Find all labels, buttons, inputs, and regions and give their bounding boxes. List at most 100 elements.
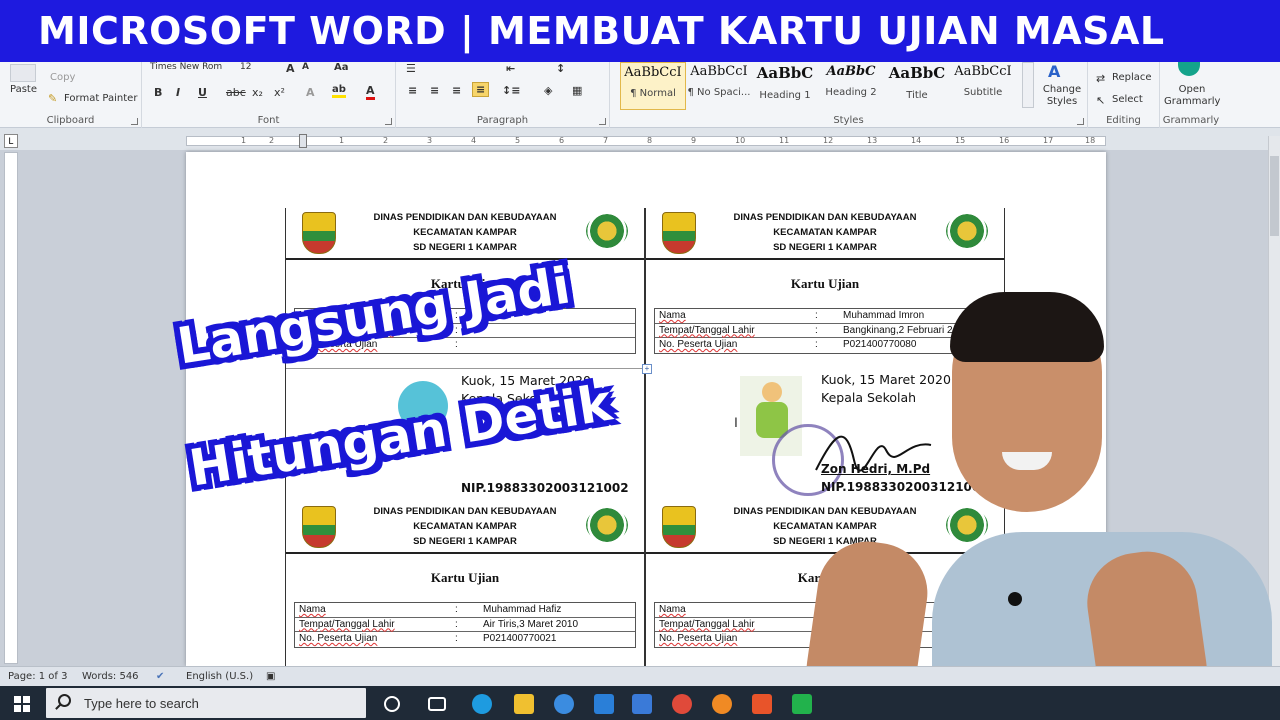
card-table: Nama: Muhammad Hafiz Tempat/Tanggal Lahir… [294, 602, 636, 648]
ruler-number: 2 [269, 136, 275, 145]
row-label: Nama [659, 310, 686, 321]
subscript-button[interactable]: x₂ [252, 86, 263, 99]
taskbar-search[interactable]: Type here to search [46, 688, 366, 718]
paste-icon[interactable] [10, 64, 36, 82]
word-count[interactable]: Words: 546 [82, 671, 139, 682]
style-heading-2[interactable]: AaBbC Heading 2 [818, 62, 884, 110]
cortana-icon[interactable] [384, 696, 400, 712]
chrome-icon[interactable] [672, 694, 692, 714]
style-name: ¶ No Spaci... [687, 87, 751, 98]
camtasia-icon[interactable] [792, 694, 812, 714]
row-label: No. Peserta Ujian [659, 633, 738, 644]
video-title: MICROSOFT WORD | MEMBUAT KARTU UJIAN MAS… [38, 9, 1165, 53]
row-label: Tempat/Tanggal Lahir [659, 324, 755, 336]
superscript-button[interactable]: x² [274, 86, 285, 99]
firefox-icon[interactable] [712, 694, 732, 714]
style-name: Heading 2 [825, 87, 877, 98]
clipboard-launcher-icon[interactable] [131, 118, 138, 125]
status-bar: Page: 1 of 3 Words: 546 ✔ English (U.S.)… [0, 666, 1280, 686]
clipboard-label: Clipboard [46, 115, 95, 126]
edge-icon[interactable] [472, 694, 492, 714]
style-subtitle[interactable]: AaBbCcI Subtitle [950, 62, 1016, 110]
bold-button[interactable]: B [154, 86, 162, 99]
styles-launcher-icon[interactable] [1077, 118, 1084, 125]
style-heading-1[interactable]: AaBbC Heading 1 [752, 62, 818, 110]
replace-button[interactable]: Replace [1112, 72, 1152, 83]
change-case-icon[interactable]: Aa [334, 62, 349, 73]
style-title[interactable]: AaBbC Title [884, 62, 950, 110]
task-view-icon[interactable] [428, 697, 446, 711]
horizontal-ruler[interactable]: 1 2 1 2 3 4 5 6 7 8 9 10 11 12 13 14 15 … [186, 134, 1106, 148]
table-row: Tempat/Tanggal Lahir: Air Tiris,3 Maret 2… [295, 618, 635, 632]
font-size-select[interactable]: 12 [240, 62, 251, 72]
tab-selector[interactable]: L [4, 134, 18, 148]
mail-icon[interactable] [632, 694, 652, 714]
ruler-number: 2 [383, 136, 389, 145]
windows-start-icon[interactable] [14, 696, 30, 712]
align-left-icon[interactable]: ≡ [408, 84, 417, 97]
table-row: Nama: Muhammad Hafiz [295, 603, 635, 618]
style-no-spacing[interactable]: AaBbCcI ¶ No Spaci... [686, 62, 752, 110]
shrink-font-icon[interactable]: A [302, 62, 309, 72]
styles-scroll-icon[interactable] [1022, 62, 1034, 108]
align-center-icon[interactable]: ≡ [430, 84, 439, 97]
app-icon[interactable] [554, 694, 574, 714]
recorder-icon[interactable] [752, 694, 772, 714]
text-effects-icon[interactable]: A [306, 86, 315, 99]
font-color-icon[interactable]: A [366, 84, 375, 100]
row-value: Muhammad Hafiz [483, 604, 562, 615]
align-right-icon[interactable]: ≡ [452, 84, 461, 97]
vertical-ruler[interactable] [4, 152, 18, 664]
ruler-number: 17 [1043, 136, 1054, 145]
font-group: Times New Rom 12 A A Aa B I U abc x₂ x² … [142, 62, 396, 128]
select-button[interactable]: Select [1112, 94, 1143, 105]
scrollbar-thumb[interactable] [1270, 156, 1279, 236]
screen: MICROSOFT WORD | MEMBUAT KARTU UJIAN MAS… [0, 0, 1280, 720]
italic-button[interactable]: I [176, 86, 180, 99]
row-colon: : [455, 339, 458, 350]
table-move-handle-icon[interactable]: + [642, 364, 652, 374]
ruler-number: 7 [603, 136, 609, 145]
page-count[interactable]: Page: 1 of 3 [8, 671, 67, 682]
paste-button[interactable]: Paste [10, 84, 37, 95]
borders-icon[interactable]: ▦ [572, 84, 582, 97]
editing-label: Editing [1106, 115, 1141, 126]
highlight-icon[interactable]: ab [332, 84, 346, 98]
line-spacing-icon[interactable]: ↕≡ [502, 84, 520, 97]
sort-icon[interactable]: ↕ [556, 62, 565, 75]
row-colon: : [455, 633, 458, 644]
header-line: SD NEGERI 1 KAMPAR [773, 242, 877, 253]
proofing-icon[interactable]: ✔ [156, 671, 164, 682]
indent-marker[interactable] [299, 134, 307, 148]
macro-icon[interactable]: ▣ [266, 671, 275, 682]
underline-button[interactable]: U [198, 86, 207, 99]
ruler-number: 13 [867, 136, 878, 145]
exam-card: DINAS PENDIDIKAN DAN KEBUDAYAAN KECAMATA… [285, 502, 645, 666]
style-name: Subtitle [963, 87, 1003, 98]
grammarly-group: Open Grammarly Grammarly [1160, 62, 1222, 128]
select-icon: ↖ [1096, 94, 1106, 107]
font-name-select[interactable]: Times New Rom [150, 62, 222, 72]
paragraph-launcher-icon[interactable] [599, 118, 606, 125]
store-icon[interactable] [594, 694, 614, 714]
card-header: DINAS PENDIDIKAN DAN KEBUDAYAAN KECAMATA… [286, 208, 644, 260]
style-sample: AaBbCcI [624, 65, 682, 80]
style-sample: AaBbC [756, 64, 814, 82]
indent-icon[interactable]: ⇤ [506, 62, 515, 75]
change-styles-button[interactable]: Change Styles [1040, 84, 1084, 108]
row-colon: : [455, 604, 458, 615]
strikethrough-button[interactable]: abc [226, 86, 246, 99]
language-status[interactable]: English (U.S.) [186, 671, 253, 682]
style-normal[interactable]: AaBbCcI ¶ Normal [620, 62, 686, 110]
header-line: DINAS PENDIDIKAN DAN KEBUDAYAAN [373, 506, 557, 517]
copy-button[interactable]: Copy [50, 72, 75, 83]
bullets-icon[interactable]: ☰ [406, 62, 416, 75]
font-launcher-icon[interactable] [385, 118, 392, 125]
lapel-mic-icon [1008, 592, 1022, 606]
justify-icon[interactable]: ≡ [472, 82, 490, 97]
grow-font-icon[interactable]: A [286, 62, 295, 75]
shading-icon[interactable]: ◈ [544, 84, 552, 97]
file-explorer-icon[interactable] [514, 694, 534, 714]
open-grammarly-button[interactable]: Open Grammarly [1164, 84, 1220, 108]
format-painter-button[interactable]: Format Painter [64, 93, 137, 104]
